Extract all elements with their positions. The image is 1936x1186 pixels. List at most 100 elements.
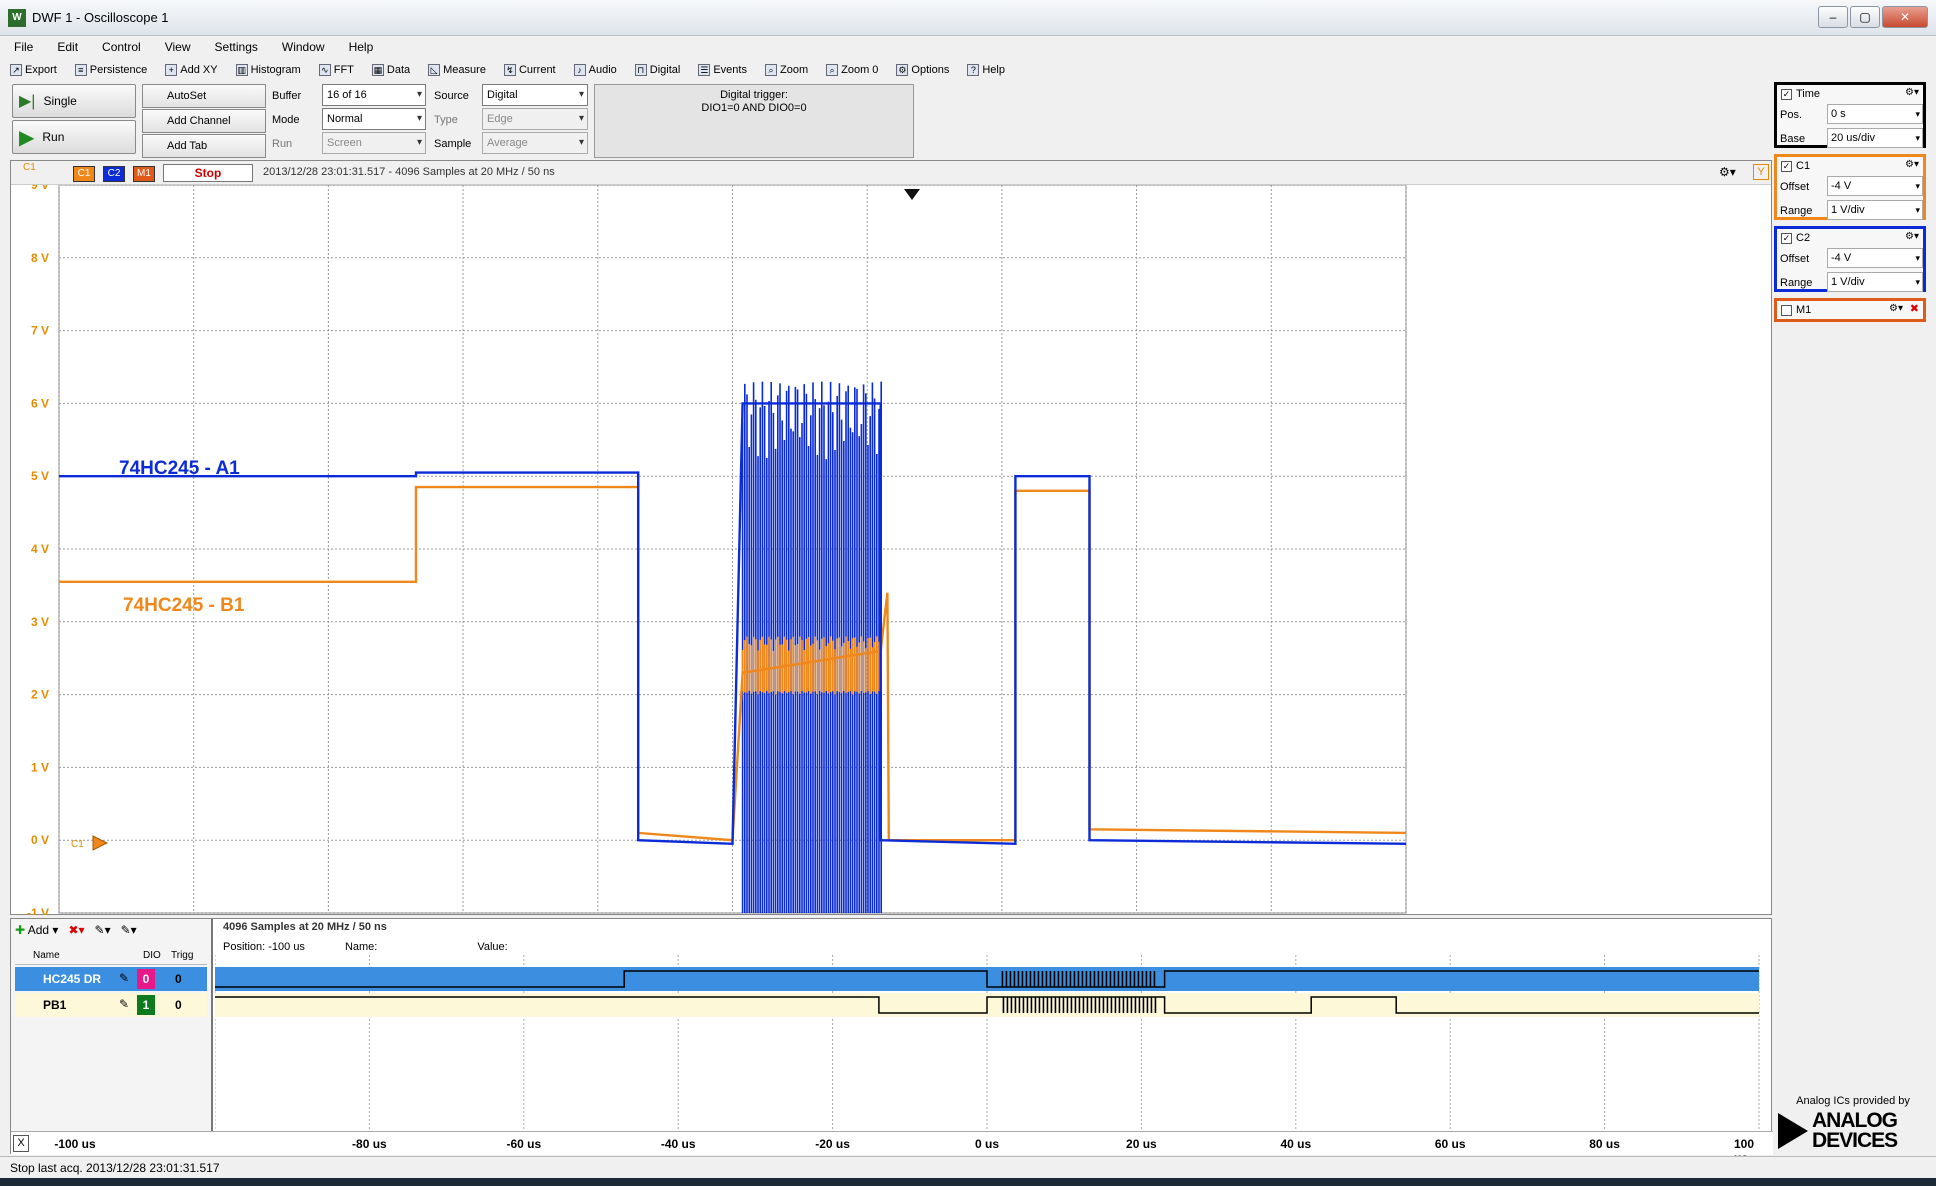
- autoset-button[interactable]: AutoSet: [142, 84, 266, 108]
- c2-tag[interactable]: C2: [103, 166, 125, 182]
- toolbar-add-xy[interactable]: + Add XY: [165, 64, 218, 76]
- logic-add-button[interactable]: ✚ Add ▾: [15, 923, 58, 937]
- add-icon: ✚: [15, 923, 26, 937]
- annotation-b1: 74HC245 - B1: [123, 595, 245, 616]
- source-select[interactable]: Digital: [482, 84, 588, 106]
- toolbar-audio[interactable]: ♪ Audio: [573, 64, 617, 76]
- y-axis-toggle[interactable]: Y: [1753, 164, 1769, 180]
- maximize-button[interactable]: ▢: [1850, 6, 1880, 28]
- toolbar-fft[interactable]: ∿ FFT: [318, 64, 354, 76]
- logic-row-pb1[interactable]: PB1 ✎ 1 0: [15, 993, 207, 1017]
- add-tab-button[interactable]: Add Tab: [142, 134, 266, 158]
- toolbar-persistence[interactable]: ≡ Persistence: [74, 64, 147, 76]
- y-tick-label: 9 V: [31, 185, 49, 192]
- scope-plot-area: C1 C1 C2 M1 Stop 2013/12/28 23:01:31.517…: [10, 160, 1772, 915]
- minimize-button[interactable]: –: [1818, 6, 1848, 28]
- buffer-select[interactable]: 16 of 16: [322, 84, 426, 106]
- run-button[interactable]: ▶ Run: [12, 120, 136, 154]
- logic-remove-button[interactable]: ✖▾: [68, 923, 84, 937]
- app-icon: W: [8, 9, 26, 27]
- scope-options-icon[interactable]: ⚙▾: [1719, 165, 1736, 179]
- fft-icon: ∿: [318, 64, 331, 76]
- c2-gear-icon[interactable]: ⚙▾: [1905, 231, 1919, 242]
- trig-value[interactable]: 0: [175, 972, 182, 986]
- toolbar-data[interactable]: ▦ Data: [371, 64, 410, 76]
- c1-settings: ✓ C1 ⚙▾ Offset -4 V Range 1 V/div: [1774, 154, 1926, 220]
- c1-range-field[interactable]: 1 V/div: [1827, 200, 1923, 220]
- c1-label: C1: [1796, 160, 1811, 172]
- edit-icon[interactable]: ✎: [119, 997, 129, 1011]
- logic-edit-button[interactable]: ✎▾: [95, 923, 111, 937]
- toolbar-zoom[interactable]: ⌕ Zoom: [764, 64, 808, 76]
- mode-select[interactable]: Normal: [322, 108, 426, 130]
- logic-row-hc245-dr[interactable]: HC245 DR ✎ 0 0: [15, 967, 207, 991]
- export-icon: ↗: [10, 64, 22, 76]
- c2-offset-field[interactable]: -4 V: [1827, 248, 1923, 268]
- vendor-text: Analog ICs provided by: [1796, 1095, 1910, 1107]
- m1-remove-icon[interactable]: ✖: [1910, 302, 1919, 315]
- add-channel-button[interactable]: Add Channel: [142, 109, 266, 133]
- edit-icon[interactable]: ✎: [119, 971, 129, 985]
- logic-config-button[interactable]: ✎▾: [121, 923, 137, 937]
- time-gear-icon[interactable]: ⚙▾: [1905, 87, 1919, 98]
- m1-checkbox[interactable]: [1781, 304, 1792, 316]
- window-controls: – ▢ ✕: [1818, 6, 1928, 28]
- run-mode-select[interactable]: Screen: [322, 132, 426, 154]
- y-axis-labels: 9 V 8 V 7 V 6 V 5 V 4 V 3 V 2 V 1 V 0 V -1 V: [27, 185, 49, 915]
- toolbar-measure[interactable]: ◺ Measure: [428, 64, 486, 76]
- x-tick-label: 80 us: [1589, 1137, 1620, 1151]
- control-row: ▶| Single ▶ Run AutoSet Add Channel Add Ta…: [0, 82, 1780, 160]
- y-tick-label: 8 V: [31, 251, 49, 265]
- toolbar-current[interactable]: ↯ Current: [503, 64, 556, 76]
- time-checkbox[interactable]: ✓: [1781, 88, 1792, 100]
- single-button[interactable]: ▶| Single: [12, 84, 136, 118]
- run-icon: ▶: [19, 126, 35, 149]
- toolbar-digital[interactable]: ⊓ Digital: [634, 64, 680, 76]
- y-tick-label: 4 V: [31, 542, 49, 556]
- toolbar-help[interactable]: ? Help: [967, 64, 1005, 76]
- acquisition-info: 2013/12/28 23:01:31.517 - 4096 Samples a…: [263, 166, 555, 178]
- status-bar: Stop last acq. 2013/12/28 23:01:31.517: [0, 1156, 1936, 1178]
- c2-offset-label: Offset: [1780, 253, 1810, 265]
- m1-gear-icon[interactable]: ⚙▾: [1889, 303, 1903, 314]
- digital-icon: ⊓: [634, 64, 647, 76]
- c1-offset-label: Offset: [1780, 181, 1810, 193]
- menu-view[interactable]: View: [165, 40, 191, 54]
- y-tick-label: 3 V: [31, 615, 49, 629]
- menu-help[interactable]: Help: [349, 40, 374, 54]
- menu-edit[interactable]: Edit: [57, 40, 78, 54]
- toolbar-histogram[interactable]: ▥ Histogram: [235, 64, 301, 76]
- current-icon: ↯: [503, 64, 516, 76]
- toolbar-events[interactable]: ☰ Events: [698, 64, 747, 76]
- toolbar-options[interactable]: ⚙ Options: [896, 64, 949, 76]
- toolbar-zoom0[interactable]: ⌕ Zoom 0: [826, 64, 878, 76]
- m1-tag[interactable]: M1: [133, 166, 155, 182]
- data-icon: ▦: [371, 64, 384, 76]
- x-axis-close-button[interactable]: X: [13, 1135, 29, 1152]
- menu-file[interactable]: File: [14, 40, 33, 54]
- histogram-icon: ▥: [235, 64, 248, 76]
- c1-gear-icon[interactable]: ⚙▾: [1905, 159, 1919, 170]
- y-tick-label: 5 V: [31, 469, 49, 483]
- c1-tag[interactable]: C1: [73, 166, 95, 182]
- menu-window[interactable]: Window: [282, 40, 325, 54]
- c1-checkbox[interactable]: ✓: [1781, 160, 1792, 172]
- c2-range-field[interactable]: 1 V/div: [1827, 272, 1923, 292]
- trig-value[interactable]: 0: [175, 998, 182, 1012]
- c1-offset-field[interactable]: -4 V: [1827, 176, 1923, 196]
- x-tick-label: 40 us: [1280, 1137, 1312, 1151]
- zoom-icon: ⌕: [764, 64, 777, 76]
- analog-devices-logo-icon: [1778, 1113, 1808, 1149]
- toolbar-export[interactable]: ↗ Export: [10, 64, 57, 76]
- close-button[interactable]: ✕: [1882, 6, 1928, 28]
- pos-field[interactable]: 0 s: [1827, 104, 1923, 124]
- menu-settings[interactable]: Settings: [215, 40, 258, 54]
- sample-select[interactable]: Average: [482, 132, 588, 154]
- type-select[interactable]: Edge: [482, 108, 588, 130]
- menu-control[interactable]: Control: [102, 40, 141, 54]
- help-icon: ?: [967, 64, 980, 76]
- logic-chart: [215, 955, 1760, 1131]
- c2-checkbox[interactable]: ✓: [1781, 232, 1792, 244]
- base-field[interactable]: 20 us/div: [1827, 128, 1923, 148]
- stop-status-button[interactable]: Stop: [163, 164, 253, 182]
